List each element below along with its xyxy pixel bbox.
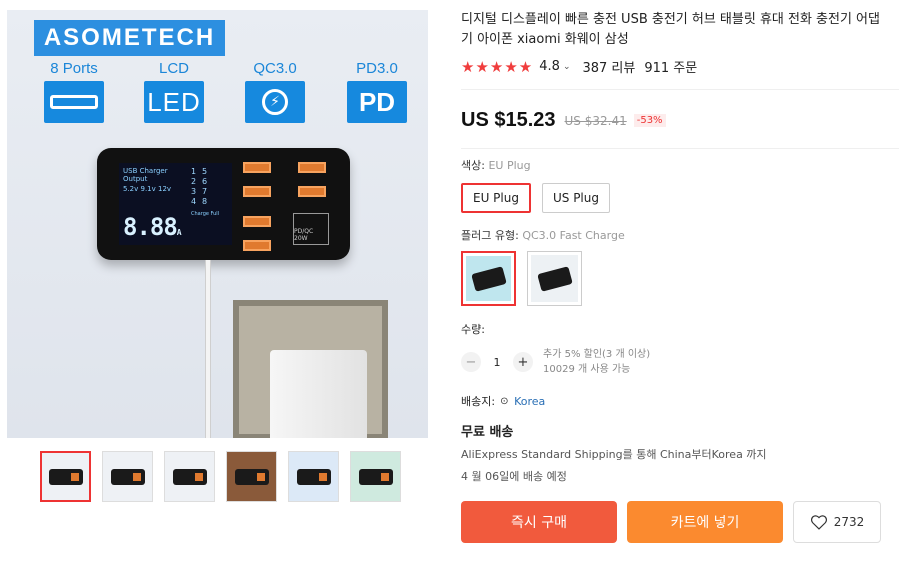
quantity-note: 추가 5% 할인(3 개 이상) 10029 개 사용 가능 — [543, 349, 651, 375]
usb-port — [243, 186, 271, 197]
charger-screen: USB Charger Output 5.2v 9.1v 12v 1 5 2 6… — [119, 163, 232, 245]
reviews-count[interactable]: 387 리뷰 — [582, 57, 635, 76]
delivery-estimate: 4 월 06일에 배송 예정 — [461, 470, 567, 483]
thumbnail-6[interactable] — [350, 451, 401, 502]
buy-now-button[interactable]: 즉시 구매 — [461, 501, 617, 543]
color-option-us-plug[interactable]: US Plug — [541, 183, 610, 213]
thumbnail-4[interactable] — [226, 451, 277, 502]
pd-icon: PD — [347, 81, 407, 123]
product-info: 디지털 디스플레이 빠른 충전 USB 충전기 허브 태블릿 휴대 전화 충전기… — [461, 10, 900, 543]
action-buttons: 즉시 구매 카트에 넣기 2732 — [461, 501, 900, 543]
ship-to-country[interactable]: Korea — [514, 395, 545, 408]
screen-text: Output — [123, 175, 148, 183]
screen-digit: 4 — [191, 197, 197, 206]
price-row: US $15.23 US $32.41 -53% — [461, 109, 900, 132]
thumbnail-3[interactable] — [164, 451, 215, 502]
location-pin-icon: ⊙ — [500, 396, 509, 407]
divider — [461, 89, 899, 90]
heart-icon — [810, 515, 827, 530]
feature-lcd: LCD LED — [134, 60, 214, 123]
screen-digit: 7 — [202, 187, 208, 196]
usb-port — [243, 162, 271, 173]
quantity-minus-button[interactable]: − — [461, 352, 481, 372]
usb-port — [298, 186, 326, 197]
led-icon: LED — [144, 81, 204, 123]
ship-to-row: 배송지: ⊙ Korea — [461, 393, 900, 409]
chevron-down-icon[interactable]: ⌄ — [563, 62, 571, 72]
screen-text: Charge Full — [191, 211, 220, 217]
feature-ports: 8 Ports — [34, 60, 114, 123]
rating-row: ★★★★★ 4.8 ⌄ 387 리뷰 911 주문 — [461, 57, 900, 77]
screen-big-value: 8.88A — [123, 213, 182, 241]
wishlist-button[interactable]: 2732 — [793, 501, 881, 543]
feature-label: LCD — [158, 60, 189, 77]
product-title: 디지털 디스플레이 빠른 충전 USB 충전기 허브 태블릿 휴대 전화 충전기… — [461, 12, 880, 47]
charger-device: USB Charger Output 5.2v 9.1v 12v 1 5 2 6… — [97, 148, 350, 260]
star-rating-icon: ★★★★★ — [461, 57, 534, 76]
divider — [461, 148, 899, 149]
usb-port-icon — [44, 81, 104, 123]
plug-type-options — [461, 251, 900, 306]
usb-port — [298, 162, 326, 173]
feature-label: QC3.0 — [253, 60, 297, 77]
screen-digit: 6 — [202, 177, 208, 186]
color-options: EU Plug US Plug — [461, 183, 900, 213]
wishlist-count: 2732 — [833, 515, 865, 529]
thumbnail-1[interactable] — [40, 451, 91, 502]
plug-option-2[interactable] — [527, 251, 582, 306]
ship-to-label: 배송지: — [461, 395, 496, 408]
feature-label: PD3.0 — [356, 60, 398, 77]
discount-badge: -53% — [633, 114, 666, 127]
color-option-eu-plug[interactable]: EU Plug — [461, 183, 531, 213]
wall-plug — [270, 350, 367, 438]
screen-digit: 1 — [191, 167, 197, 176]
thumbnail-strip — [40, 451, 401, 502]
screen-digit: 2 — [191, 177, 197, 186]
brand-logo: ASOMETECH — [34, 20, 225, 56]
thumbnail-5[interactable] — [288, 451, 339, 502]
quantity-label: 수량: — [461, 323, 485, 336]
usb-port — [243, 240, 271, 251]
rating-value[interactable]: 4.8 — [539, 59, 560, 74]
charger-cable — [205, 260, 211, 438]
feature-label: 8 Ports — [50, 60, 98, 77]
quantity-value[interactable]: 1 — [481, 356, 513, 369]
shipping-method[interactable]: AliExpress Standard Shipping를 통해 China부터… — [461, 446, 900, 462]
add-to-cart-button[interactable]: 카트에 넣기 — [627, 501, 783, 543]
current-price: US $15.23 — [461, 109, 556, 131]
pd-port: PD/QC 20W — [293, 213, 329, 245]
screen-text: USB Charger — [123, 167, 168, 175]
quick-charge-icon: ⚡ — [245, 81, 305, 123]
quantity-plus-button[interactable]: + — [513, 352, 533, 372]
original-price: US $32.41 — [564, 113, 627, 128]
feature-pd: PD3.0 PD — [337, 60, 417, 123]
usb-port — [243, 216, 271, 227]
screen-digit: 8 — [202, 197, 208, 206]
color-label: 색상: EU Plug — [461, 159, 531, 172]
quantity-stepper: − 1 + 추가 5% 할인(3 개 이상) 10029 개 사용 가능 — [461, 347, 900, 377]
free-shipping-title: 무료 배송 — [461, 425, 514, 440]
plug-type-label: 플러그 유형: QC3.0 Fast Charge — [461, 229, 625, 242]
screen-text: 5.2v 9.1v 12v — [123, 185, 172, 193]
product-main-image[interactable]: ASOMETECH 8 Ports LCD LED QC3.0 ⚡ PD3.0 … — [7, 10, 428, 438]
screen-digit: 3 — [191, 187, 197, 196]
orders-count: 911 주문 — [644, 61, 698, 76]
screen-digit: 5 — [202, 167, 208, 176]
thumbnail-2[interactable] — [102, 451, 153, 502]
feature-qc: QC3.0 ⚡ — [235, 60, 315, 123]
plug-option-1[interactable] — [461, 251, 516, 306]
